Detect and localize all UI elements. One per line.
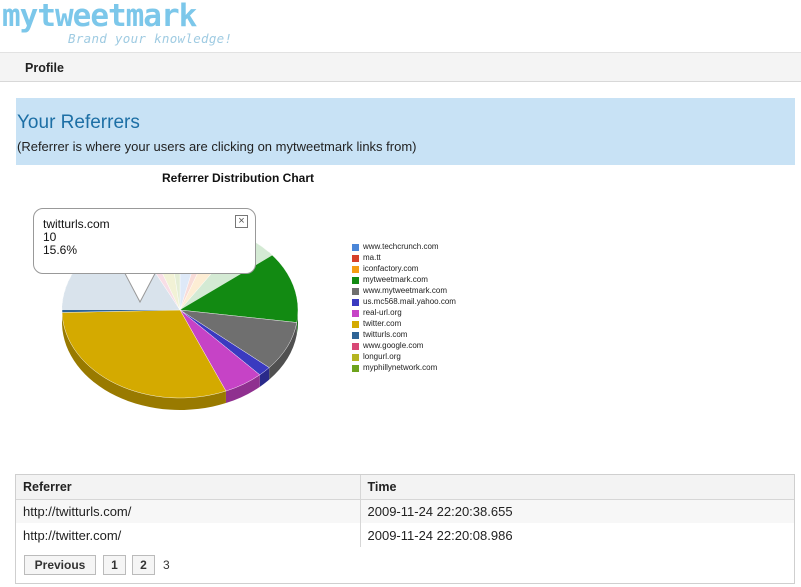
referrer-table: Referrer Time http://twitturls.com/ 2009… [15, 474, 795, 548]
page-banner: Your Referrers (Referrer is where your u… [16, 98, 795, 165]
tooltip-value: 10 [43, 230, 57, 244]
page-1-button[interactable]: 1 [103, 555, 126, 575]
legend-label: us.mc568.mail.yahoo.com [363, 297, 456, 306]
navbar: Profile [0, 52, 801, 82]
tooltip-percent: 15.6% [43, 243, 78, 257]
nav-profile-link[interactable]: Profile [25, 61, 64, 75]
legend-label: ma.tt [363, 253, 381, 262]
legend-label: longurl.org [363, 352, 401, 361]
tooltip-label: twitturls.com [43, 217, 110, 231]
time-cell: 2009-11-24 22:20:08.986 [359, 523, 794, 547]
column-header-referrer[interactable]: Referrer [16, 475, 360, 500]
tagline: Brand your knowledge! [68, 31, 233, 46]
chart-tooltip: twitturls.com 10 15.6% × [33, 208, 256, 274]
referrer-cell: http://twitturls.com/ [16, 499, 360, 523]
legend-label: mytweetmark.com [363, 275, 428, 284]
referrer-cell: http://twitter.com/ [23, 527, 122, 543]
logo[interactable]: mytweetmark [2, 0, 197, 34]
legend-swatch [352, 266, 359, 273]
legend-swatch [352, 343, 359, 350]
legend-swatch [352, 310, 359, 317]
legend-label: myphillynetwork.com [363, 363, 438, 372]
legend-swatch [352, 365, 359, 372]
legend-swatch [352, 244, 359, 251]
table-row: http://twitter.com/ 2009-11-24 22:20:08.… [16, 523, 794, 547]
legend-swatch [352, 354, 359, 361]
legend-swatch [352, 299, 359, 306]
legend-label: real-url.org [363, 308, 402, 317]
table-header-row: Referrer Time [16, 475, 794, 500]
time-cell: 2009-11-24 22:20:38.655 [359, 499, 794, 523]
pagination: Previous 1 2 3 [15, 547, 795, 584]
legend-label: www.techcrunch.com [363, 242, 439, 251]
legend-swatch [352, 321, 359, 328]
previous-button[interactable]: Previous [24, 555, 96, 575]
legend-label: www.mytweetmark.com [363, 286, 448, 295]
legend-label: iconfactory.com [363, 264, 419, 273]
legend-swatch [352, 277, 359, 284]
column-header-time[interactable]: Time [359, 475, 794, 500]
page-subtitle: (Referrer is where your users are clicki… [17, 139, 417, 154]
legend-label: twitter.com [363, 319, 402, 328]
legend-swatch [352, 255, 359, 262]
table-row: http://twitturls.com/ 2009-11-24 22:20:3… [16, 499, 794, 523]
page-title: Your Referrers [17, 112, 140, 133]
legend-label: twitturls.com [363, 330, 408, 339]
legend-swatch [352, 288, 359, 295]
page-2-button[interactable]: 2 [132, 555, 155, 575]
legend-label: www.google.com [363, 341, 424, 350]
legend-swatch [352, 332, 359, 339]
close-icon[interactable]: × [235, 215, 248, 228]
current-page: 3 [163, 558, 170, 572]
header: mytweetmark Brand your knowledge! [0, 0, 801, 52]
chart-title: Referrer Distribution Chart [161, 171, 315, 185]
